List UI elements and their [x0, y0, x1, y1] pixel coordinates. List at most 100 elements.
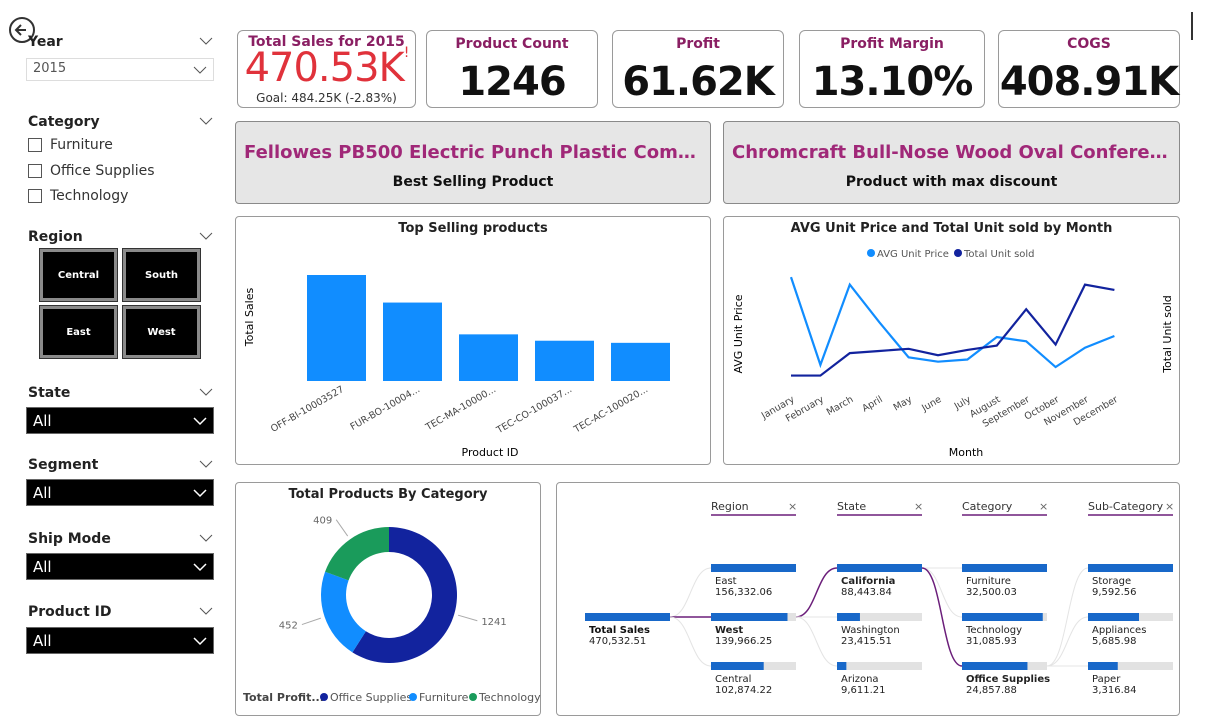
bar — [307, 275, 366, 381]
tree-node-value: 31,085.93 — [966, 636, 1017, 647]
legend-units: Total Unit sold — [963, 249, 1035, 260]
tree-level-header: Sub-Category — [1088, 500, 1164, 513]
tree-level-header: Category — [962, 500, 1013, 513]
chevron-down-icon[interactable] — [199, 606, 213, 616]
chevron-down-icon — [193, 563, 207, 572]
alert-icon: ! — [403, 45, 410, 61]
segment-dropdown[interactable]: All — [26, 479, 214, 506]
region-tile-east[interactable]: East — [39, 305, 118, 359]
tree-connector — [921, 567, 963, 618]
year-dropdown[interactable]: 2015 — [26, 58, 214, 81]
data-label: 409 — [313, 516, 332, 527]
product-id-slicer-title: Product ID — [28, 604, 112, 620]
decomposition-tree[interactable]: Region × State × Category × Sub-Category × Total… — [556, 482, 1180, 716]
leader-line — [457, 614, 478, 622]
region-slicer-title: Region — [28, 229, 83, 245]
line-total-unit-sold — [791, 283, 1115, 377]
tree-node-value: 9,611.21 — [841, 685, 886, 696]
x-tick-label: OFF-BI-10003527 — [269, 384, 346, 435]
ship-mode-dropdown[interactable]: All — [26, 553, 214, 580]
chevron-down-icon — [193, 489, 207, 498]
tree-node-value: 9,592.56 — [1092, 587, 1137, 598]
category-option-office-supplies[interactable]: Office Supplies — [28, 163, 155, 179]
checkbox[interactable] — [28, 189, 42, 203]
kpi-value: 408.91K — [999, 59, 1179, 105]
max-discount-product-card[interactable]: Chromcraft Bull-Nose Wood Oval Conferenc… — [723, 121, 1180, 204]
tree-node-label: East — [715, 576, 737, 587]
category-option-furniture[interactable]: Furniture — [28, 137, 113, 153]
ship-mode-value: All — [33, 558, 52, 576]
legend-marker-office — [320, 693, 328, 701]
max-discount-product-name: Chromcraft Bull-Nose Wood Oval Conferenc… — [732, 142, 1171, 163]
tree-connector — [795, 616, 838, 667]
chevron-down-icon[interactable] — [199, 116, 213, 126]
legend-furniture: Furniture — [419, 691, 469, 704]
tree-connector — [1046, 567, 1089, 667]
tree-connector — [669, 616, 712, 667]
state-slicer-title: State — [28, 385, 71, 401]
x-tick-label: TEC-CO-100037... — [494, 384, 574, 437]
checkbox[interactable] — [28, 138, 42, 152]
chevron-down-icon[interactable] — [199, 36, 213, 46]
kpi-total-sales-card[interactable]: Total Sales for 2015 470.53K! Goal: 484.… — [237, 30, 416, 108]
kpi-profit-margin-card[interactable]: Profit Margin 13.10% — [799, 30, 985, 108]
region-tile-south[interactable]: South — [122, 248, 201, 302]
top-selling-products-chart[interactable]: Top Selling products Total Sales Product… — [235, 216, 711, 465]
legend-marker-avg-price — [867, 249, 875, 257]
best-selling-product-card[interactable]: Fellowes PB500 Electric Punch Plastic Co… — [235, 121, 711, 204]
product-id-dropdown[interactable]: All — [26, 627, 214, 654]
category-option-technology[interactable]: Technology — [28, 188, 128, 204]
bar — [459, 334, 518, 381]
data-label: 1241 — [481, 617, 506, 628]
tree-node-label: Washington — [841, 625, 900, 636]
chevron-down-icon[interactable] — [199, 459, 213, 469]
tree-connector — [1046, 616, 1089, 667]
best-selling-product-name: Fellowes PB500 Electric Punch Plastic Co… — [244, 142, 702, 163]
bar — [383, 302, 442, 381]
chevron-down-icon — [193, 66, 207, 74]
avg-price-units-chart[interactable]: AVG Unit Price and Total Unit sold by Mo… — [723, 216, 1180, 465]
tree-node-label: Appliances — [1092, 625, 1146, 636]
tree-connector — [795, 567, 838, 618]
tree-level-header: State — [837, 500, 866, 513]
y2-axis-label: Total Unit sold — [1161, 295, 1174, 374]
tree-node-bar — [1088, 662, 1118, 670]
close-icon: × — [1165, 500, 1174, 513]
chevron-down-icon[interactable] — [199, 533, 213, 543]
tree-node-label: Office Supplies — [966, 674, 1050, 685]
kpi-cogs-card[interactable]: COGS 408.91K — [998, 30, 1180, 108]
leader-line — [301, 617, 321, 626]
tree-node-bar — [1088, 564, 1173, 572]
year-value: 2015 — [33, 61, 67, 76]
tree-node-label: Arizona — [841, 674, 879, 685]
tree-node-value: 5,685.98 — [1092, 636, 1137, 647]
region-tile-west[interactable]: West — [122, 305, 201, 359]
legend-title: Total Profit... — [243, 691, 324, 704]
products-by-category-chart[interactable]: Total Products By Category Total Profit.… — [235, 482, 541, 716]
close-icon: × — [788, 500, 797, 513]
checkbox[interactable] — [28, 164, 42, 178]
tree-node-value: 24,857.88 — [966, 685, 1017, 696]
donut-chart-svg: Total Profit... Office Supplies Furnitur… — [243, 516, 541, 704]
tree-node-bar — [837, 613, 860, 621]
state-dropdown[interactable]: All — [26, 407, 214, 434]
kpi-value: 470.53K! — [244, 45, 410, 91]
leader-line — [335, 519, 349, 537]
close-icon: × — [914, 500, 923, 513]
donut-slice — [325, 527, 389, 581]
segment-slicer-title: Segment — [28, 457, 99, 473]
kpi-profit-card[interactable]: Profit 61.62K — [612, 30, 784, 108]
tree-node-bar — [1088, 613, 1139, 621]
tree-node-value: 23,415.51 — [841, 636, 892, 647]
region-tile-central[interactable]: Central — [39, 248, 118, 302]
x-axis-label: Month — [949, 446, 984, 459]
kpi-product-count-card[interactable]: Product Count 1246 — [426, 30, 598, 108]
tree-node-bar — [962, 564, 1047, 572]
tree-node-bar — [711, 613, 788, 621]
scrollbar[interactable] — [1191, 12, 1193, 40]
donut-slice — [321, 571, 366, 653]
chevron-down-icon[interactable] — [199, 387, 213, 397]
tree-node-value: 88,443.84 — [841, 587, 892, 598]
legend-office: Office Supplies — [330, 691, 412, 704]
chevron-down-icon[interactable] — [199, 231, 213, 241]
